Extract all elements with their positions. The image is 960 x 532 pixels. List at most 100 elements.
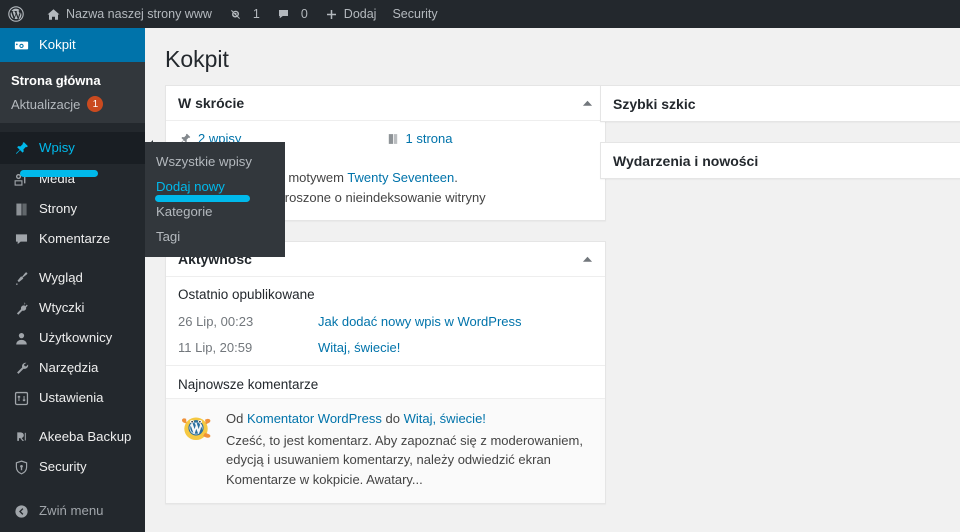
sidebar-item-komentarze[interactable]: Komentarze xyxy=(0,224,145,254)
collapse-menu-label: Zwiń menu xyxy=(39,503,104,519)
recently-published-heading: Ostatnio opublikowane xyxy=(178,287,315,303)
shield-icon xyxy=(11,457,31,477)
version-suffix: . xyxy=(454,170,458,185)
plug-icon xyxy=(11,298,31,318)
site-name-menu[interactable]: Nazwa naszej strony www xyxy=(38,0,220,28)
panel-header: Wydarzenia i nowości xyxy=(601,143,960,178)
dashboard-column-right: Szybki szkic Wydarzenia i nowości xyxy=(600,85,960,199)
menu-separator xyxy=(0,254,145,263)
pin-icon xyxy=(11,138,31,158)
chevron-up-icon[interactable] xyxy=(582,255,593,263)
sidebar-item-wpisy[interactable]: Wpisy xyxy=(0,132,153,164)
activity-row: 11 Lip, 20:59 Witaj, świecie! xyxy=(178,338,593,358)
activity-time: 11 Lip, 20:59 xyxy=(178,339,253,355)
glance-stat-label: 1 strona xyxy=(405,131,453,146)
admin-bar: Nazwa naszej strony www 1 0 Dodaj Securi… xyxy=(0,0,960,28)
comment-list-item: Od Komentator WordPress do Witaj, świeci… xyxy=(166,398,605,504)
updates-count: 1 xyxy=(252,7,260,21)
sidebar-item-strony[interactable]: Strony xyxy=(0,194,145,224)
cursor-trail-dodaj-nowy xyxy=(155,195,250,202)
activity-post-link[interactable]: Jak dodać nowy wpis w WordPress xyxy=(318,312,522,332)
sidebar-item-wyglad[interactable]: Wygląd xyxy=(0,263,145,293)
comment-meta: Od Komentator WordPress do Witaj, świeci… xyxy=(226,409,593,429)
sidebar-item-label: Wygląd xyxy=(39,270,83,286)
sidebar-item-label: Akeeba Backup xyxy=(39,429,132,445)
wordpress-logo-button[interactable] xyxy=(0,0,38,28)
sidebar-item-narzedzia[interactable]: Narzędzia xyxy=(0,353,145,383)
sidebar-item-kokpit[interactable]: Kokpit xyxy=(0,28,153,62)
sidebar-item-media[interactable]: Media xyxy=(0,164,145,194)
flyout-item-label: Wszystkie wpisy xyxy=(156,154,252,169)
menu-separator xyxy=(0,413,145,422)
sidebar-subitem-strona-glowna[interactable]: Strona główna xyxy=(0,68,145,92)
panel-news-events: Wydarzenia i nowości xyxy=(600,142,960,179)
sidebar-subitem-aktualizacje[interactable]: Aktualizacje 1 xyxy=(0,92,145,116)
glance-stat-pages[interactable]: 1 strona xyxy=(386,131,594,146)
comment-bubble-icon xyxy=(276,7,291,22)
comment-to-label: do xyxy=(385,411,400,427)
panel-header: W skrócie xyxy=(166,86,605,121)
sidebar-subitem-label: Aktualizacje xyxy=(11,96,81,112)
chevron-up-icon[interactable] xyxy=(582,99,593,107)
sidebar-subitem-label: Strona główna xyxy=(11,72,101,88)
sidebar-item-label: Komentarze xyxy=(39,231,111,247)
panel-quick-draft: Szybki szkic xyxy=(600,85,960,122)
pages-icon xyxy=(11,199,31,219)
sidebar-item-label: Strony xyxy=(39,201,78,217)
page-title: Kokpit xyxy=(165,46,229,72)
security-menu[interactable]: Security xyxy=(384,0,445,28)
appearance-brush-icon xyxy=(11,268,31,288)
flyout-item-wszystkie-wpisy[interactable]: Wszystkie wpisy xyxy=(145,149,285,174)
collapse-arrow-icon xyxy=(11,501,31,521)
page-icon xyxy=(386,132,400,146)
security-label: Security xyxy=(392,7,438,21)
flyout-item-label: Tagi xyxy=(156,229,181,244)
settings-sliders-icon xyxy=(11,388,31,408)
plus-icon xyxy=(324,7,339,22)
updates-badge: 1 xyxy=(87,96,104,112)
user-icon xyxy=(11,328,31,348)
sidebar-item-label: Ustawienia xyxy=(39,390,104,406)
flyout-submenu-wpisy: Wszystkie wpisy Dodaj nowy Kategorie Tag… xyxy=(145,142,285,257)
panel-title: W skrócie xyxy=(178,95,245,111)
main-content: Kokpit W skrócie 2 wpisy 1 strona z moty… xyxy=(145,28,960,532)
panel-title: Szybki szkic xyxy=(613,95,696,112)
updates-menu[interactable]: 1 xyxy=(220,0,268,28)
sidebar-submenu-kokpit: Strona główna Aktualizacje 1 xyxy=(0,62,145,123)
sidebar-item-label: Wpisy xyxy=(39,140,75,156)
panel-activity: Aktywność Ostatnio opublikowane 26 Lip, … xyxy=(165,241,606,505)
theme-link[interactable]: Twenty Seventeen xyxy=(347,170,454,185)
sidebar-item-ustawienia[interactable]: Ustawienia xyxy=(0,383,145,413)
cursor-trail-wpisy xyxy=(20,170,98,177)
recently-published-section: Ostatnio opublikowane 26 Lip, 00:23 Jak … xyxy=(166,277,605,365)
new-content-menu[interactable]: Dodaj xyxy=(316,0,385,28)
collapse-menu-container: Zwiń menu xyxy=(0,496,145,526)
flyout-item-label: Kategorie xyxy=(156,204,213,219)
sidebar-item-label: Wtyczki xyxy=(39,300,85,316)
home-icon xyxy=(46,7,61,22)
recent-comments-heading: Najnowsze komentarze xyxy=(166,365,605,398)
admin-sidebar-menu: Kokpit Strona główna Aktualizacje 1 Wpis… xyxy=(0,28,153,532)
sidebar-item-akeeba-backup[interactable]: Akeeba Backup xyxy=(0,422,145,452)
sidebar-item-wtyczki[interactable]: Wtyczki xyxy=(0,293,145,323)
version-mid: z motywem xyxy=(274,170,348,185)
comment-excerpt: Cześć, to jest komentarz. Aby zapoznać s… xyxy=(226,432,583,487)
flyout-item-kategorie[interactable]: Kategorie xyxy=(145,199,285,224)
comments-menu[interactable]: 0 xyxy=(268,0,316,28)
flyout-item-tagi[interactable]: Tagi xyxy=(145,224,285,249)
collapse-menu-button[interactable]: Zwiń menu xyxy=(0,496,145,526)
panel-header: Szybki szkic xyxy=(601,86,960,121)
updates-icon xyxy=(228,7,243,22)
comment-icon xyxy=(11,229,31,249)
sidebar-item-label: Użytkownicy xyxy=(39,330,113,346)
dashboard-icon xyxy=(11,35,31,55)
comment-post-link[interactable]: Witaj, świecie! xyxy=(404,411,486,426)
sidebar-item-security[interactable]: Security xyxy=(0,452,145,482)
activity-post-link[interactable]: Witaj, świecie! xyxy=(318,338,400,358)
sidebar-item-uzytkownicy[interactable]: Użytkownicy xyxy=(0,323,145,353)
activity-row: 26 Lip, 00:23 Jak dodać nowy wpis w Word… xyxy=(178,312,593,332)
new-content-label: Dodaj xyxy=(343,7,377,21)
wrench-icon xyxy=(11,358,31,378)
comment-body: Od Komentator WordPress do Witaj, świeci… xyxy=(214,409,593,489)
comment-author-link[interactable]: Komentator WordPress xyxy=(247,411,382,426)
